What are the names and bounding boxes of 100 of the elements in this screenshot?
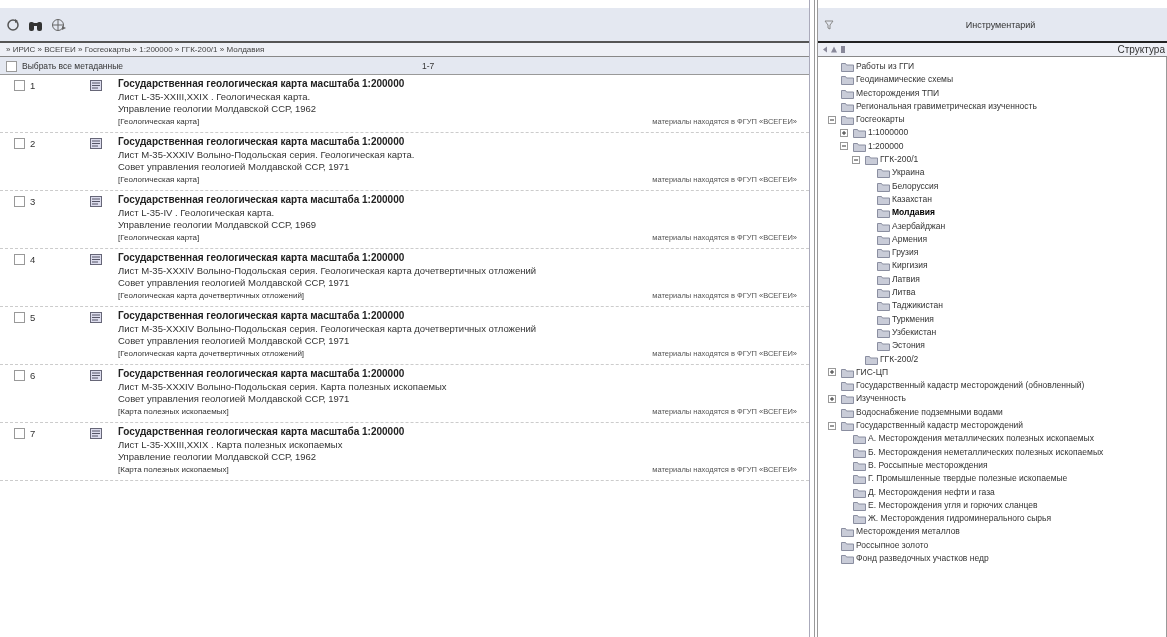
record-number: 3 (30, 195, 37, 209)
folder-icon (877, 314, 890, 325)
document-icon (90, 196, 102, 207)
record-sheet: Лист L-35-XXIII,XXIX . Геологическая карта. (118, 90, 312, 103)
tree-item[interactable]: В. Россыпные месторождения (868, 458, 988, 473)
record-sheet: Лист L-35-IV . Геологическая карта. (118, 206, 276, 219)
record-number: 6 (30, 369, 37, 383)
record-title[interactable]: Государственная геологическая карта масштаба 1:200000 (118, 136, 805, 149)
tree-item[interactable]: Латвия (892, 272, 920, 287)
record-checkbox[interactable] (14, 312, 25, 323)
record-checkbox[interactable] (14, 138, 25, 149)
record-number: 1 (30, 79, 37, 93)
tree-item[interactable]: ГГК-200/2 (880, 352, 919, 366)
document-icon (90, 312, 102, 323)
navigation-icons-drawing[interactable] (822, 45, 846, 54)
folder-icon (841, 381, 854, 392)
tree-item[interactable]: Ж. Месторождения гидроминерального сырья (868, 512, 1052, 526)
expand-icon[interactable] (828, 368, 836, 377)
record-type: [Геологическая карта дочетвертичных отложений] (118, 347, 305, 359)
tree-item[interactable]: Региональная гравиметрическая изученность (856, 99, 1037, 114)
record-type: [Карта полезных ископаемых] (118, 405, 229, 417)
record-type: [Карта полезных ископаемых] (118, 463, 229, 475)
folder-icon (877, 341, 890, 352)
tree-item[interactable]: Государственный кадастр месторождений (856, 419, 1024, 433)
folder-icon (853, 487, 866, 498)
tree-item[interactable]: Г. Промышленные твердые полезные ископаемые (868, 472, 1068, 486)
record-checkbox[interactable] (14, 370, 25, 381)
record-number: 7 (30, 427, 37, 441)
folder-icon (841, 554, 854, 564)
folder-icon (841, 394, 854, 405)
tree-item[interactable]: Работы из ГГИ (856, 60, 915, 74)
folder-icon (877, 248, 890, 259)
record-title[interactable]: Государственная геологическая карта масштаба 1:200000 (118, 78, 805, 91)
folder-icon (841, 540, 854, 551)
record-title[interactable]: Государственная геологическая карта масштаба 1:200000 (118, 194, 805, 207)
tree-item[interactable]: Государственный кадастр месторождений (обновленный) (856, 379, 1085, 393)
tree-item[interactable]: Россыпное золото (856, 538, 929, 552)
folder-icon (877, 274, 890, 285)
tree-item[interactable]: Армения (892, 232, 927, 247)
folder-icon (841, 75, 854, 86)
tree-item[interactable]: А. Месторождения металлических полезных ископаемых (868, 432, 1094, 446)
tree-item[interactable]: Месторождения металлов (856, 525, 960, 539)
record-checkbox[interactable] (14, 196, 25, 207)
collapse-icon[interactable] (852, 155, 860, 164)
tree-item[interactable]: Б. Месторождения неметаллических полезных ископаемых (868, 445, 1104, 459)
result-range: 1-7 (422, 60, 435, 71)
tree-item[interactable]: Месторождения ТПИ (856, 86, 940, 100)
document-icon (90, 370, 102, 381)
tree-item[interactable]: Туркмения (892, 312, 934, 326)
tree-item[interactable]: Киргизия (892, 259, 928, 273)
tree-item[interactable]: Узбекистан (892, 325, 937, 340)
tree-item[interactable]: Фонд разведочных участков недр (856, 552, 989, 566)
select-all-checkbox[interactable] (6, 61, 17, 72)
tree-item[interactable]: Украина (892, 166, 925, 180)
collapse-icon[interactable] (828, 115, 836, 124)
record-publisher: Совет управления геологией Молдавской ССР, 1971 (118, 393, 351, 406)
filter-icon[interactable] (824, 19, 834, 30)
record-checkbox[interactable] (14, 428, 25, 439)
globe-icon[interactable] (51, 17, 67, 32)
tree-item[interactable]: ГИС-ЦП (856, 365, 889, 380)
record-title[interactable]: Государственная геологическая карта масштаба 1:200000 (118, 368, 805, 381)
record-checkbox[interactable] (14, 254, 25, 265)
select-all-label[interactable]: Выбрать все метаданные (22, 60, 422, 71)
tree-item[interactable]: Д. Месторождения нефти и газа (868, 485, 995, 499)
tree-item[interactable]: Эстония (892, 339, 925, 353)
tree-item[interactable]: Изученность (856, 392, 906, 406)
folder-icon (877, 234, 890, 245)
record-sheet: Лист M-35-XXXIV Волыно-Подольская серия. Геологическая карта дочетвертичных отложений (118, 322, 538, 335)
tree-item[interactable]: ГГК-200/1 (880, 153, 919, 167)
tree-item[interactable]: Е. Месторождения угля и горючих сланцев (868, 498, 1038, 513)
document-icon (90, 80, 102, 91)
folder-icon (841, 407, 854, 418)
tree-item[interactable]: Литва (892, 286, 916, 300)
record-title[interactable]: Государственная геологическая карта масштаба 1:200000 (118, 310, 805, 323)
document-icon (90, 254, 102, 265)
tree-item[interactable]: Молдавия (892, 206, 935, 220)
record-sheet: Лист M-35-XXXIV Волыно-Подольская серия. Карта полезных ископаемых (118, 380, 448, 393)
tree-item[interactable]: Геодинамические схемы (856, 73, 954, 87)
collapse-icon[interactable] (840, 142, 848, 151)
record-publisher: Управление геологии Молдавской ССР, 1962 (118, 451, 318, 464)
tree-item[interactable]: Белоруссия (892, 179, 939, 193)
expand-icon[interactable] (828, 394, 836, 403)
expand-icon[interactable] (840, 129, 848, 137)
tree-item[interactable]: Грузия (892, 246, 919, 260)
tree-item[interactable]: Таджикистан (892, 299, 943, 313)
tree-item[interactable]: 1:1000000 (868, 126, 909, 140)
collapse-icon[interactable] (828, 421, 836, 430)
record-checkbox[interactable] (14, 80, 25, 91)
record-title[interactable]: Государственная геологическая карта масштаба 1:200000 (118, 426, 805, 439)
tree-item[interactable]: 1:200000 (868, 139, 904, 154)
folder-icon (841, 101, 854, 112)
tree-item[interactable]: Госгеокарты (856, 113, 905, 127)
tree-item[interactable]: Азербайджан (892, 219, 946, 233)
tree-item[interactable]: Казахстан (892, 192, 932, 207)
folder-icon (877, 261, 890, 272)
tree-item[interactable]: Водоснабжение подземными водами (856, 405, 1003, 419)
view-label[interactable]: Структура (1117, 44, 1165, 55)
record-type: [Геологическая карта] (118, 173, 200, 185)
refresh-icon[interactable] (6, 17, 20, 32)
record-title[interactable]: Государственная геологическая карта масштаба 1:200000 (118, 252, 805, 265)
